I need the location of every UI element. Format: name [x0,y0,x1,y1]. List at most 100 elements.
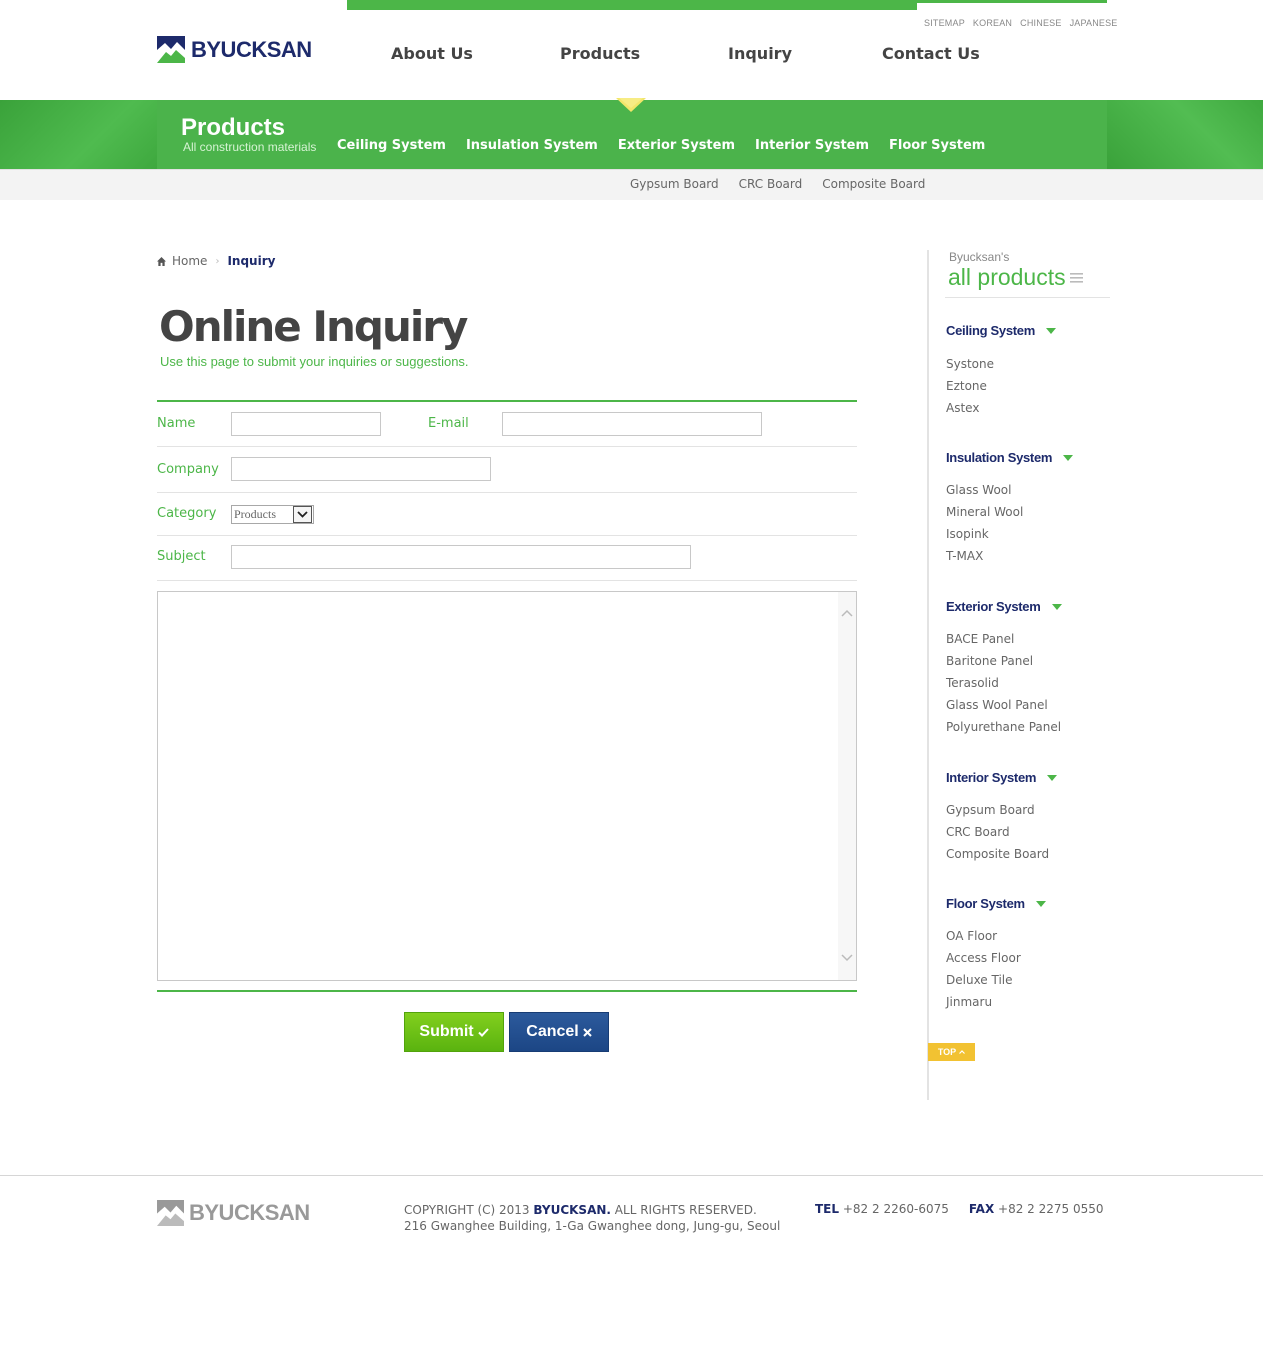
sidebar-group-label: Exterior System [946,599,1041,614]
menu-icon [1069,273,1083,283]
cancel-button[interactable]: Cancel [509,1012,609,1052]
message-textarea[interactable] [157,591,857,981]
home-icon [157,256,166,266]
util-link-chinese[interactable]: CHINESE [1020,18,1061,28]
sidebar-group-floor-system[interactable]: Floor System [946,896,1046,911]
sidebar-group-interior-system[interactable]: Interior System [946,770,1058,785]
sidebar-item-t-max[interactable]: T-MAX [946,549,983,563]
breadcrumb-home[interactable]: Home [172,254,207,268]
tel-label: TEL [815,1202,840,1216]
sidebar-item-glass-wool-panel[interactable]: Glass Wool Panel [946,698,1048,712]
form-top-divider [157,400,857,402]
sidebar-caption: Byucksan's [949,250,1010,264]
nav-contact-us[interactable]: Contact Us [882,44,980,63]
breadcrumb-separator-icon: › [215,255,220,267]
category-exterior-system[interactable]: Exterior System [618,138,735,153]
section-title: Products [181,114,286,141]
nav-inquiry[interactable]: Inquiry [728,44,792,63]
sidebar-item-crc-board[interactable]: CRC Board [946,825,1010,839]
sidebar-item-jinmaru[interactable]: Jinmaru [946,995,992,1009]
subject-label: Subject [157,549,206,564]
category-interior-system[interactable]: Interior System [755,138,869,153]
sidebar-item-isopink[interactable]: Isopink [946,527,989,541]
name-input[interactable] [231,412,381,436]
section-subtitle: All construction materials [183,140,317,154]
textarea-scrollbar[interactable] [838,592,856,980]
sidebar-item-polyurethane-panel[interactable]: Polyurethane Panel [946,720,1061,734]
email-label: E-mail [428,416,469,431]
category-insulation-system[interactable]: Insulation System [466,138,598,153]
header-accent-bar [347,0,917,10]
sidebar-item-gypsum-board[interactable]: Gypsum Board [946,803,1035,817]
footer-logo: BYUCKSAN [157,1200,310,1226]
sidebar-title: all products [948,264,1083,291]
sidebar-group-exterior-system[interactable]: Exterior System [946,599,1062,614]
triangle-down-icon [1035,900,1046,907]
form-bottom-divider [157,990,857,992]
util-link-japanese[interactable]: JAPANESE [1070,18,1118,28]
tel-value: +82 2 2260-6075 [842,1202,949,1216]
footer-contact: TEL +82 2 2260-6075 FAX +82 2 2275 0550 [815,1202,1104,1216]
checkmark-icon [477,1027,489,1037]
subject-input[interactable] [231,545,691,569]
submit-button[interactable]: Submit [404,1012,504,1052]
util-link-korean[interactable]: KOREAN [973,18,1012,28]
utility-links: SITEMAP KOREAN CHINESE JAPANESE [924,18,1118,28]
scroll-up-icon[interactable] [840,606,854,620]
sidebar-item-baritone-panel[interactable]: Baritone Panel [946,654,1033,668]
company-label: Company [157,462,219,477]
category-ceiling-system[interactable]: Ceiling System [337,138,446,153]
category-select[interactable]: Products [231,505,314,524]
sidebar-item-eztone[interactable]: Eztone [946,379,987,393]
product-link-composite-board[interactable]: Composite Board [822,177,925,191]
company-input[interactable] [231,457,491,481]
sidebar-item-mineral-wool[interactable]: Mineral Wool [946,505,1023,519]
sidebar-item-systone[interactable]: Systone [946,357,994,371]
sidebar-item-astex[interactable]: Astex [946,401,979,415]
back-to-top-button[interactable]: TOP [928,1043,975,1061]
product-link-gypsum-board[interactable]: Gypsum Board [630,177,719,191]
chevron-down-icon[interactable] [293,506,312,523]
site-logo[interactable]: BYUCKSAN [157,36,312,63]
product-link-crc-board[interactable]: CRC Board [739,177,803,191]
category-floor-system[interactable]: Floor System [889,138,985,153]
back-to-top-label: TOP [937,1047,957,1057]
sidebar-item-deluxe-tile[interactable]: Deluxe Tile [946,973,1013,987]
sidebar-group-label: Insulation System [946,450,1053,465]
form-row-divider [157,535,857,536]
footer-tel: TEL +82 2 2260-6075 [815,1202,949,1216]
sidebar-title-divider [945,297,1110,298]
form-row-divider [157,492,857,493]
sidebar-divider [927,250,929,1100]
sidebar-group-ceiling-system[interactable]: Ceiling System [946,323,1056,338]
logo-text: BYUCKSAN [191,36,312,62]
breadcrumb-current: Inquiry [227,254,276,268]
email-input[interactable] [502,412,762,436]
main-nav: About Us Products Inquiry Contact Us [347,44,1027,68]
footer-logo-mark-icon [157,1200,184,1226]
category-nav: Ceiling System Insulation System Exterio… [337,138,985,153]
nav-products[interactable]: Products [560,44,640,63]
scroll-down-icon[interactable] [840,951,854,965]
triangle-down-icon [1047,774,1058,781]
util-link-sitemap[interactable]: SITEMAP [924,18,965,28]
chevron-up-icon [959,1050,966,1054]
logo-mark-icon [157,36,185,63]
sidebar-item-bace-panel[interactable]: BACE Panel [946,632,1014,646]
sidebar-item-access-floor[interactable]: Access Floor [946,951,1021,965]
sidebar-group-insulation-system[interactable]: Insulation System [946,450,1074,465]
sidebar-item-oa-floor[interactable]: OA Floor [946,929,997,943]
footer-address: 216 Gwanghee Building, 1-Ga Gwanghee don… [404,1219,781,1233]
cancel-button-label: Cancel [526,1023,579,1040]
copyright-line: COPYRIGHT (C) 2013 BYUCKSAN. ALL RIGHTS … [404,1202,780,1218]
sidebar-item-composite-board[interactable]: Composite Board [946,847,1049,861]
sidebar-group-label: Floor System [946,896,1025,911]
page-description: Use this page to submit your inquiries o… [160,354,469,369]
nav-about-us[interactable]: About Us [391,44,473,63]
active-nav-indicator-inner [619,98,643,108]
sidebar-item-terasolid[interactable]: Terasolid [946,676,999,690]
sidebar-item-glass-wool[interactable]: Glass Wool [946,483,1011,497]
fax-label: FAX [968,1202,995,1216]
triangle-down-icon [1046,327,1056,334]
category-select-value: Products [234,507,276,521]
